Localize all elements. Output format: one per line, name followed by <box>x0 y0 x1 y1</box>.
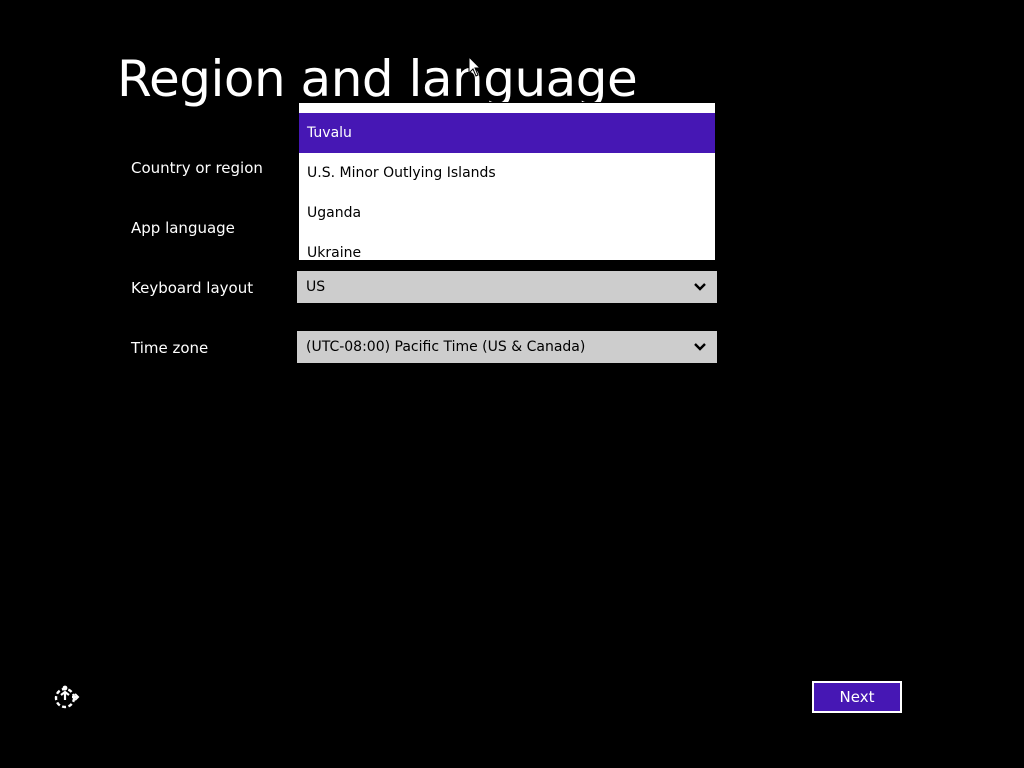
time-zone-select[interactable]: (UTC-08:00) Pacific Time (US & Canada) <box>297 331 717 363</box>
country-label: Country or region <box>131 159 263 177</box>
chevron-down-icon <box>693 271 707 303</box>
keyboard-layout-label: Keyboard layout <box>131 279 254 297</box>
dropdown-item-ukraine[interactable]: Ukraine <box>299 233 715 260</box>
keyboard-layout-select[interactable]: US <box>297 271 717 303</box>
mouse-cursor-icon <box>468 56 482 77</box>
dropdown-item-tuvalu[interactable]: Tuvalu <box>299 113 715 153</box>
country-dropdown-list[interactable]: Tuvalu U.S. Minor Outlying Islands Ugand… <box>298 102 716 261</box>
time-zone-value: (UTC-08:00) Pacific Time (US & Canada) <box>306 339 586 355</box>
app-language-label: App language <box>131 219 235 237</box>
dropdown-item-us-minor-outlying-islands[interactable]: U.S. Minor Outlying Islands <box>299 153 715 193</box>
time-zone-label: Time zone <box>131 339 209 357</box>
keyboard-layout-value: US <box>306 279 326 295</box>
ease-of-access-icon[interactable] <box>52 684 80 710</box>
next-button[interactable]: Next <box>812 681 902 713</box>
dropdown-item-uganda[interactable]: Uganda <box>299 193 715 233</box>
setup-page: Region and language Country or region Ap… <box>0 0 1024 768</box>
chevron-down-icon <box>693 331 707 363</box>
